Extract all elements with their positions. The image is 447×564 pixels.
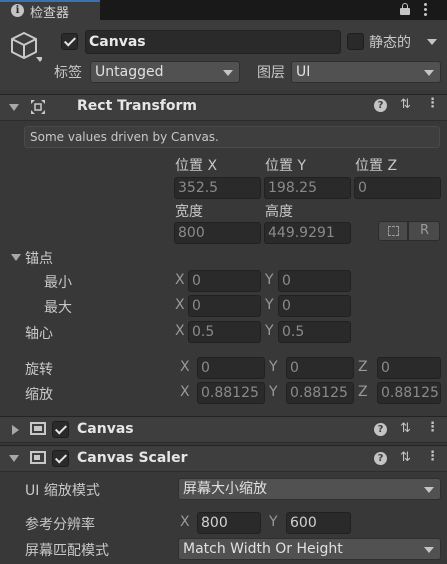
canvas-scaler-title: Canvas Scaler — [77, 450, 188, 466]
rotation-label: 旋转 — [25, 362, 53, 378]
layer-value: UI — [296, 64, 311, 80]
preset-sliders-icon[interactable]: ⇅ — [400, 421, 411, 436]
pos-y-field[interactable]: 198.25 — [264, 177, 351, 199]
driven-values-note-text: Some values driven by Canvas. — [30, 130, 219, 144]
scale-y-axis: Y — [269, 384, 278, 400]
anchors-label[interactable]: 锚点 — [25, 248, 53, 268]
driven-values-note: Some values driven by Canvas. — [24, 126, 440, 148]
inspector-tab[interactable]: i 检查器 — [0, 0, 100, 21]
screen-match-mode-dropdown[interactable]: Match Width Or Height — [178, 538, 441, 560]
rot-y-axis: Y — [269, 359, 278, 375]
canvas-component-title: Canvas — [77, 421, 134, 437]
anchors-foldout-icon[interactable] — [11, 254, 21, 261]
static-dropdown-caret[interactable] — [427, 39, 437, 45]
canvas-scaler-icon — [30, 451, 46, 464]
rot-x-field[interactable]: 0 — [197, 357, 265, 379]
chevron-down-icon — [223, 70, 233, 76]
layer-dropdown[interactable]: UI — [291, 61, 441, 83]
chevron-down-icon — [424, 547, 434, 553]
anchor-max-y-field[interactable]: 0 — [278, 295, 351, 317]
rot-x-axis: X — [180, 359, 190, 375]
pos-x-label: 位置 X — [175, 158, 218, 174]
width-field[interactable]: 800 — [174, 222, 261, 244]
scale-x-field[interactable]: 0.88125 — [197, 382, 265, 404]
scale-z-field[interactable]: 0.88125 — [377, 382, 441, 404]
pos-z-label: 位置 Z — [355, 158, 398, 174]
ui-scale-mode-label: UI 缩放模式 — [25, 483, 100, 499]
help-icon[interactable]: ? — [374, 452, 387, 465]
preset-sliders-icon[interactable]: ⇅ — [400, 97, 411, 112]
width-label: 宽度 — [175, 204, 203, 220]
pivot-y-axis: Y — [265, 323, 274, 339]
height-label: 高度 — [265, 204, 293, 220]
anchor-min-y-axis: Y — [265, 272, 274, 288]
foldout-expanded-icon[interactable] — [9, 104, 19, 111]
blueprint-mode-button[interactable] — [378, 221, 408, 241]
anchor-max-x-field[interactable]: 0 — [188, 295, 261, 317]
raw-edit-label: R — [420, 223, 430, 238]
tag-value: Untagged — [95, 64, 164, 80]
component-menu-icon[interactable]: ⋮ — [426, 449, 439, 464]
tag-dropdown[interactable]: Untagged — [90, 61, 240, 83]
pivot-x-axis: X — [175, 323, 185, 339]
ui-scale-mode-value: 屏幕大小缩放 — [183, 481, 267, 497]
anchor-max-label: 最大 — [44, 300, 72, 316]
screen-match-mode-label: 屏幕匹配模式 — [25, 543, 109, 559]
gameobject-active-toggle[interactable] — [61, 33, 78, 50]
pos-z-field[interactable]: 0 — [354, 177, 441, 199]
tag-label: 标签 — [54, 65, 82, 81]
pos-x-field[interactable]: 352.5 — [174, 177, 261, 199]
rot-z-axis: Z — [358, 359, 368, 375]
rot-y-field[interactable]: 0 — [286, 357, 354, 379]
gameobject-name-field[interactable]: Canvas — [85, 30, 341, 54]
help-icon[interactable]: ? — [374, 423, 387, 436]
info-icon: i — [11, 4, 24, 17]
kebab-menu-icon[interactable] — [424, 2, 428, 16]
pivot-x-field[interactable]: 0.5 — [188, 321, 261, 343]
scale-x-axis: X — [180, 384, 190, 400]
static-label: 静态的 — [369, 35, 411, 51]
anchor-max-y-axis: Y — [265, 297, 274, 313]
dashed-rect-icon — [388, 226, 399, 236]
pivot-y-field[interactable]: 0.5 — [278, 321, 351, 343]
preset-sliders-icon[interactable]: ⇅ — [400, 450, 411, 465]
reference-resolution-label: 参考分辨率 — [25, 517, 95, 533]
static-toggle[interactable] — [347, 33, 364, 50]
help-icon[interactable]: ? — [374, 99, 387, 112]
gameobject-cube-icon[interactable] — [8, 30, 42, 64]
component-menu-icon[interactable]: ⋮ — [426, 96, 439, 111]
rot-z-field[interactable]: 0 — [377, 357, 441, 379]
layer-label: 图层 — [257, 65, 285, 81]
pos-y-label: 位置 Y — [265, 158, 307, 174]
raw-edit-button[interactable]: R — [408, 221, 440, 241]
ref-x-field[interactable]: 800 — [197, 512, 261, 534]
anchor-min-y-field[interactable]: 0 — [278, 270, 351, 292]
scale-y-field[interactable]: 0.88125 — [286, 382, 354, 404]
anchor-min-x-axis: X — [175, 272, 185, 288]
tab-title: 检查器 — [30, 6, 70, 21]
pivot-label: 轴心 — [25, 326, 53, 342]
chevron-down-icon — [424, 70, 434, 76]
height-field[interactable]: 449.9291 — [264, 222, 351, 244]
ref-x-axis: X — [180, 514, 190, 530]
foldout-collapsed-icon[interactable] — [12, 425, 19, 435]
anchor-min-x-field[interactable]: 0 — [188, 270, 261, 292]
anchor-min-label: 最小 — [44, 275, 72, 291]
canvas-enabled-toggle[interactable] — [52, 421, 69, 438]
ui-scale-mode-dropdown[interactable]: 屏幕大小缩放 — [178, 478, 441, 500]
ref-y-axis: Y — [269, 514, 278, 530]
scale-label: 缩放 — [25, 387, 53, 403]
component-menu-icon[interactable]: ⋮ — [426, 420, 439, 435]
lock-icon[interactable] — [400, 3, 410, 15]
chevron-down-icon — [424, 487, 434, 493]
scale-z-axis: Z — [358, 384, 368, 400]
rect-transform-icon — [31, 100, 45, 114]
canvas-component-icon — [30, 422, 46, 435]
rect-transform-title: Rect Transform — [77, 98, 198, 114]
foldout-expanded-icon[interactable] — [9, 455, 19, 462]
ref-y-field[interactable]: 600 — [286, 512, 351, 534]
screen-match-mode-value: Match Width Or Height — [183, 541, 343, 557]
canvas-scaler-enabled-toggle[interactable] — [52, 450, 69, 467]
anchor-max-x-axis: X — [175, 297, 185, 313]
